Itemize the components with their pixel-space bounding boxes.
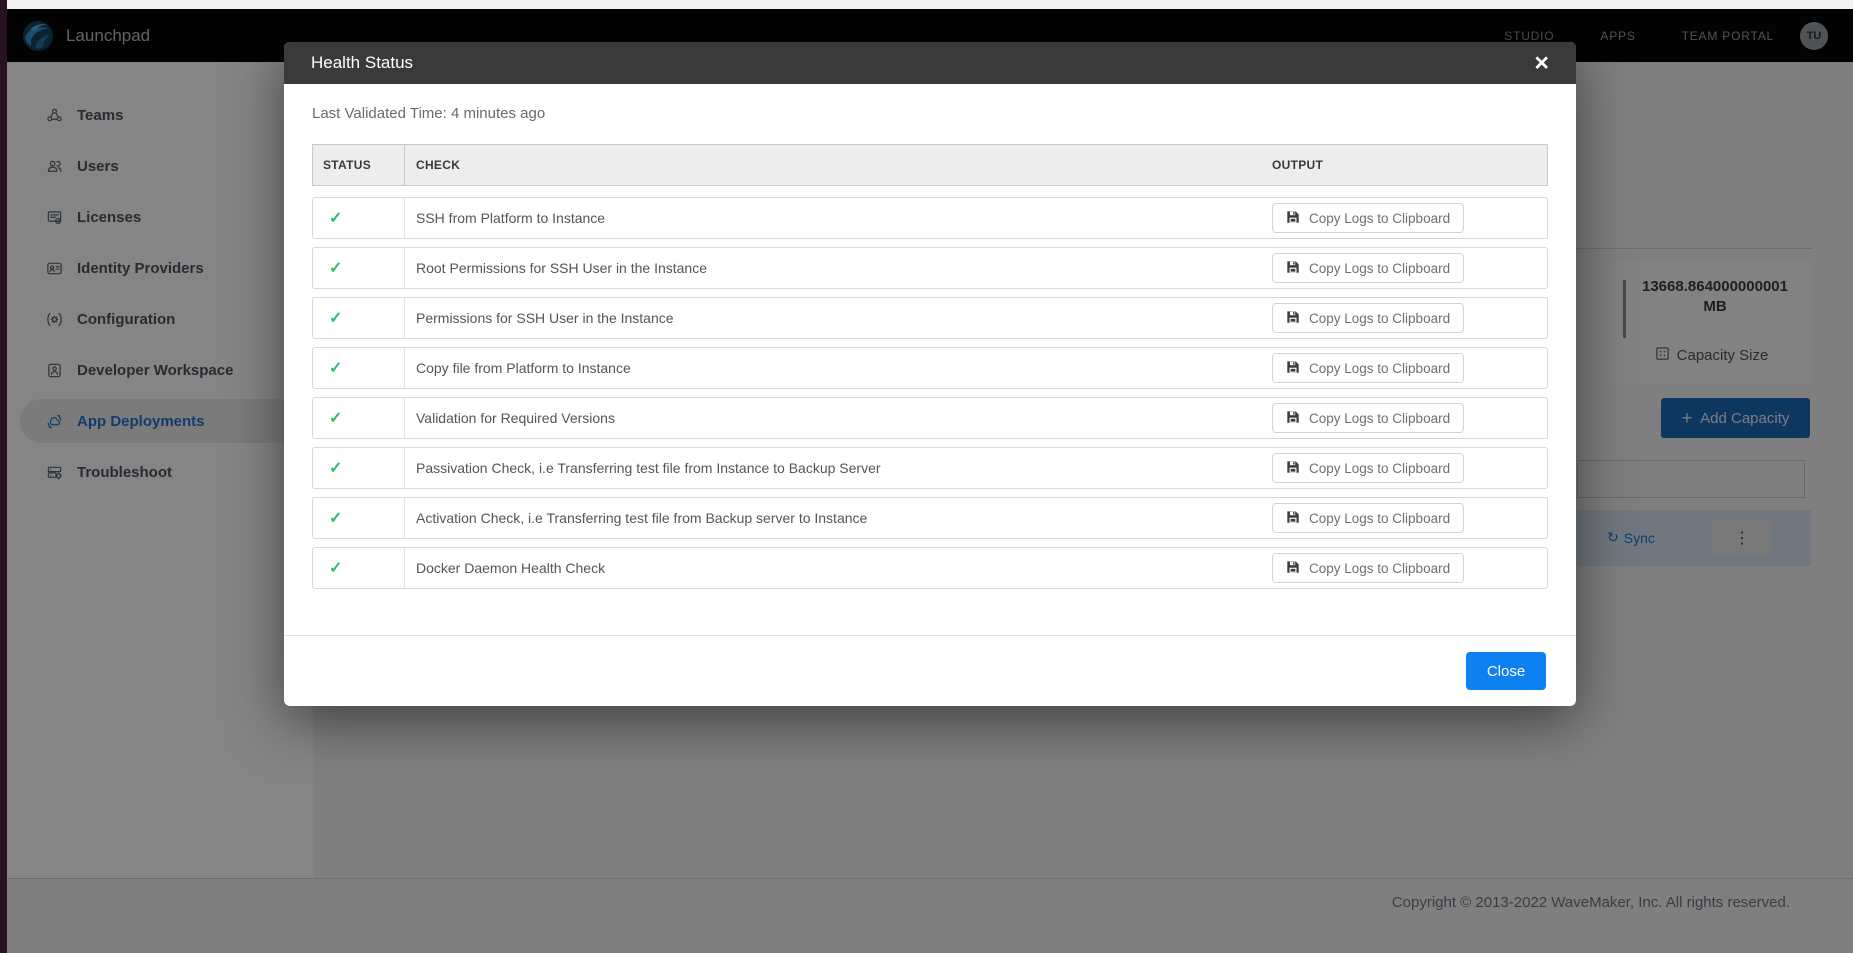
copy-logs-button[interactable]: Copy Logs to Clipboard [1272, 303, 1464, 333]
close-icon[interactable]: × [1534, 51, 1549, 76]
column-header-output: OUTPUT [1264, 145, 1547, 185]
copy-logs-button[interactable]: Copy Logs to Clipboard [1272, 253, 1464, 283]
status-pass-icon: ✓ [329, 208, 342, 228]
close-button[interactable]: Close [1466, 652, 1546, 690]
save-icon [1286, 360, 1300, 377]
save-icon [1286, 510, 1300, 527]
health-table-header: STATUS CHECK OUTPUT [312, 144, 1548, 186]
check-name: Activation Check, i.e Transferring test … [416, 510, 867, 526]
status-pass-icon: ✓ [329, 308, 342, 328]
status-pass-icon: ✓ [329, 408, 342, 428]
modal-header: Health Status × [284, 42, 1576, 84]
status-pass-icon: ✓ [329, 458, 342, 478]
status-pass-icon: ✓ [329, 258, 342, 278]
status-pass-icon: ✓ [329, 358, 342, 378]
save-icon [1286, 210, 1300, 227]
modal-title: Health Status [311, 53, 413, 73]
check-name: Passivation Check, i.e Transferring test… [416, 460, 881, 476]
check-name: Docker Daemon Health Check [416, 560, 605, 576]
copy-logs-button[interactable]: Copy Logs to Clipboard [1272, 553, 1464, 583]
column-header-status: STATUS [313, 145, 405, 185]
health-check-row: ✓ Activation Check, i.e Transferring tes… [312, 497, 1548, 539]
check-name: Root Permissions for SSH User in the Ins… [416, 260, 707, 276]
last-validated-text: Last Validated Time: 4 minutes ago [312, 105, 1548, 122]
health-check-row: ✓ SSH from Platform to Instance Copy Log… [312, 197, 1548, 239]
status-pass-icon: ✓ [329, 558, 342, 578]
save-icon [1286, 560, 1300, 577]
check-name: Copy file from Platform to Instance [416, 360, 631, 376]
health-table-rows: ✓ SSH from Platform to Instance Copy Log… [312, 197, 1548, 589]
modal-footer: Close [284, 635, 1576, 706]
screen-edge-strip [0, 0, 7, 953]
save-icon [1286, 460, 1300, 477]
check-name: Permissions for SSH User in the Instance [416, 310, 674, 326]
save-icon [1286, 310, 1300, 327]
browser-top-strip [7, 0, 1853, 9]
health-check-row: ✓ Passivation Check, i.e Transferring te… [312, 447, 1548, 489]
check-name: Validation for Required Versions [416, 410, 615, 426]
check-name: SSH from Platform to Instance [416, 210, 605, 226]
modal-body: Last Validated Time: 4 minutes ago STATU… [284, 84, 1576, 635]
column-header-check: CHECK [405, 145, 1264, 185]
copy-logs-button[interactable]: Copy Logs to Clipboard [1272, 503, 1464, 533]
save-icon [1286, 410, 1300, 427]
health-status-modal: Health Status × Last Validated Time: 4 m… [284, 42, 1576, 706]
status-pass-icon: ✓ [329, 508, 342, 528]
health-check-row: ✓ Validation for Required Versions Copy … [312, 397, 1548, 439]
health-check-row: ✓ Copy file from Platform to Instance Co… [312, 347, 1548, 389]
health-check-row: ✓ Root Permissions for SSH User in the I… [312, 247, 1548, 289]
copy-logs-button[interactable]: Copy Logs to Clipboard [1272, 453, 1464, 483]
copy-logs-button[interactable]: Copy Logs to Clipboard [1272, 203, 1464, 233]
health-check-row: ✓ Docker Daemon Health Check Copy Logs t… [312, 547, 1548, 589]
copy-logs-button[interactable]: Copy Logs to Clipboard [1272, 403, 1464, 433]
save-icon [1286, 260, 1300, 277]
copy-logs-button[interactable]: Copy Logs to Clipboard [1272, 353, 1464, 383]
health-check-row: ✓ Permissions for SSH User in the Instan… [312, 297, 1548, 339]
